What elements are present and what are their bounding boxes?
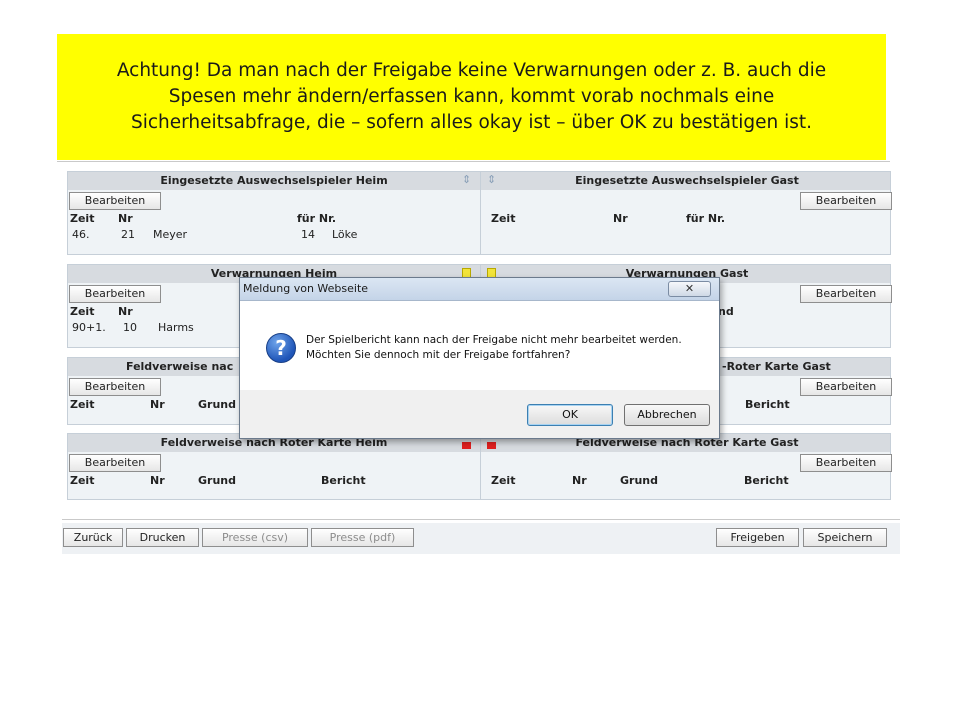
edit-redcard-home-button[interactable]: Bearbeiten [69, 454, 161, 472]
press-csv-button[interactable]: Presse (csv) [202, 528, 308, 547]
substitutes-away-title: Eingesetzte Auswechselspieler Gast [575, 174, 799, 187]
substitutes-section: Eingesetzte Auswechselspieler Heim Bearb… [67, 171, 893, 255]
banner-text: Achtung! Da man nach der Freigabe keine … [117, 58, 826, 136]
footer-divider [62, 519, 900, 520]
dialog-message-line-2: Möchten Sie dennoch mit der Freigabe for… [306, 349, 571, 361]
edit-substitutes-home-button[interactable]: Bearbeiten [69, 192, 161, 210]
red-card-icon [462, 442, 471, 449]
substitutes-home-title: Eingesetzte Auswechselspieler Heim [160, 174, 388, 187]
col-nr: Nr [572, 474, 587, 487]
confirm-dialog: Meldung von Webseite ✕ ? Der Spielberich… [239, 277, 720, 439]
dialog-title: Meldung von Webseite [243, 282, 369, 295]
warning-name: Harms [158, 321, 194, 334]
ok-button[interactable]: OK [527, 404, 613, 426]
col-fuer-nr: für Nr. [297, 212, 337, 225]
yellowred-away-title: -Roter Karte Gast [722, 360, 831, 373]
edit-yellowred-away-button[interactable]: Bearbeiten [800, 378, 892, 396]
edit-redcard-away-button[interactable]: Bearbeiten [800, 454, 892, 472]
col-zeit: Zeit [70, 398, 95, 411]
redcard-away-panel: Feldverweise nach Roter Karte Gast Bearb… [480, 434, 893, 499]
col-bericht: Bericht [744, 474, 789, 487]
col-zeit: Zeit [491, 212, 516, 225]
cancel-button[interactable]: Abbrechen [624, 404, 710, 426]
edit-yellowred-home-button[interactable]: Bearbeiten [69, 378, 161, 396]
dialog-message-line-1: Der Spielbericht kann nach der Freigabe … [306, 334, 682, 346]
col-bericht: Bericht [321, 474, 366, 487]
red-card-icon [487, 442, 496, 449]
banner-line-3: Sicherheitsabfrage, die – sofern alles o… [130, 112, 813, 133]
col-nr: Nr [118, 305, 133, 318]
question-icon: ? [266, 333, 296, 363]
edit-warnings-away-button[interactable]: Bearbeiten [800, 285, 892, 303]
col-nr: Nr [613, 212, 628, 225]
warning-zeit: 90+1. [72, 321, 106, 334]
instruction-banner: Achtung! Da man nach der Freigabe keine … [57, 34, 886, 160]
substitutes-away-panel: Eingesetzte Auswechselspieler Gast Bearb… [480, 172, 893, 254]
edit-substitutes-away-button[interactable]: Bearbeiten [800, 192, 892, 210]
dialog-titlebar: Meldung von Webseite ✕ [240, 278, 719, 301]
col-nr: Nr [150, 474, 165, 487]
sub-name: Meyer [153, 228, 188, 241]
col-grund: Grund [198, 398, 236, 411]
substitutes-home-panel: Eingesetzte Auswechselspieler Heim Bearb… [68, 172, 480, 254]
warning-nr: 10 [123, 321, 137, 334]
edit-warnings-home-button[interactable]: Bearbeiten [69, 285, 161, 303]
col-zeit: Zeit [491, 474, 516, 487]
banner-line-2: Spesen mehr ändern/erfassen kann, kommt … [168, 86, 775, 107]
sub-nr: 21 [121, 228, 135, 241]
sub-zeit: 46. [72, 228, 90, 241]
col-nr: Nr [118, 212, 133, 225]
back-button[interactable]: Zurück [63, 528, 123, 547]
press-pdf-button[interactable]: Presse (pdf) [311, 528, 414, 547]
col-zeit: Zeit [70, 212, 95, 225]
release-button[interactable]: Freigeben [716, 528, 799, 547]
col-nr: Nr [150, 398, 165, 411]
save-button[interactable]: Speichern [803, 528, 887, 547]
redcard-home-panel: Feldverweise nach Roter Karte Heim Bearb… [68, 434, 480, 499]
close-icon: ✕ [684, 282, 695, 295]
sub-fuer-nr: 14 [301, 228, 315, 241]
col-grund: Grund [620, 474, 658, 487]
col-zeit: Zeit [70, 305, 95, 318]
print-button[interactable]: Drucken [126, 528, 199, 547]
substitution-arrow-icon: ⇕ [462, 173, 472, 186]
close-button[interactable]: ✕ [668, 281, 711, 297]
col-grund: Grund [198, 474, 236, 487]
col-bericht: Bericht [745, 398, 790, 411]
banner-line-1: Achtung! Da man nach der Freigabe keine … [116, 60, 827, 81]
col-zeit: Zeit [70, 474, 95, 487]
sub-fuer-name: Löke [332, 228, 358, 241]
banner-divider [57, 161, 890, 162]
footer-toolbar: Zurück Drucken Presse (csv) Presse (pdf)… [62, 523, 900, 554]
col-fuer-nr: für Nr. [686, 212, 726, 225]
redcard-section: Feldverweise nach Roter Karte Heim Bearb… [67, 433, 893, 500]
col-grund: nd [718, 305, 734, 318]
substitution-arrow-icon: ⇕ [487, 173, 497, 186]
